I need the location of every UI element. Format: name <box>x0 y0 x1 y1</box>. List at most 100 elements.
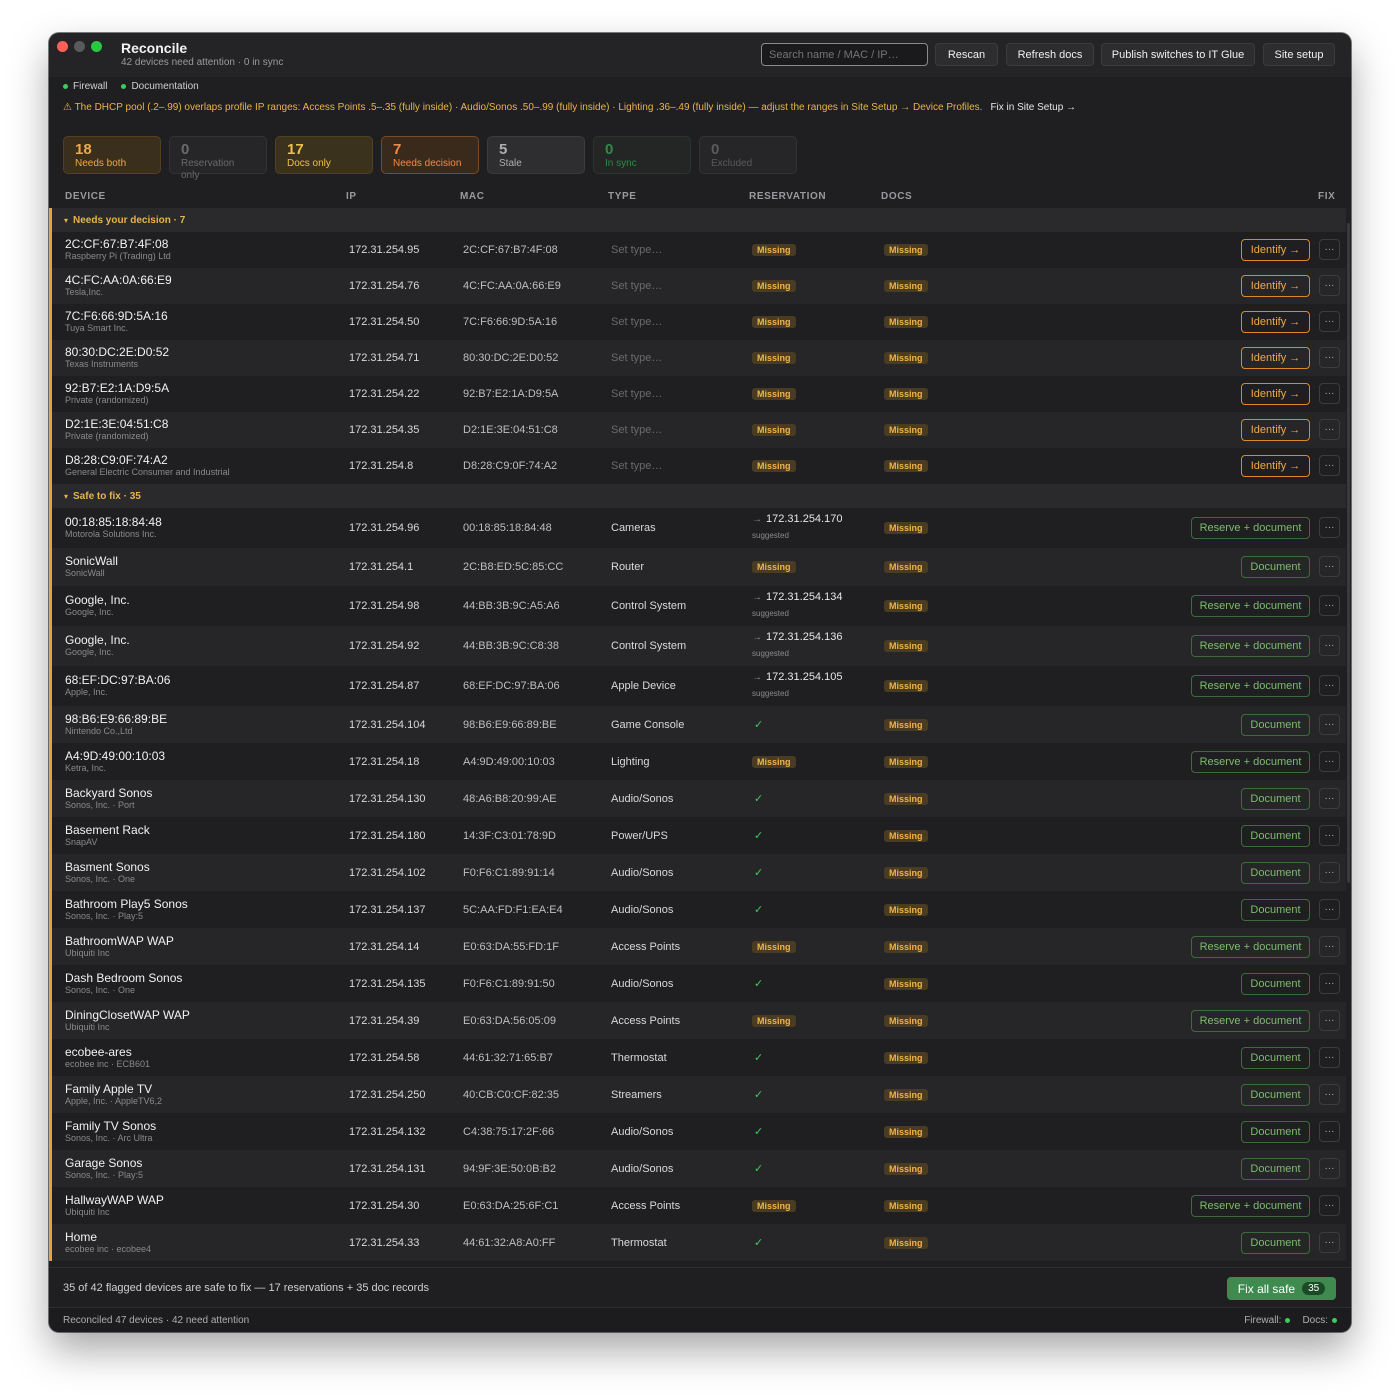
col-docs[interactable]: DOCS <box>881 191 912 202</box>
table-row[interactable]: Garage Sonos Sonos, Inc. · Play:5 172.31.2… <box>49 1150 1346 1187</box>
more-actions-button[interactable]: ··· <box>1319 595 1340 616</box>
rescan-button[interactable]: Rescan <box>935 43 998 66</box>
set-type-select[interactable]: Set type… <box>611 388 662 400</box>
table-row[interactable]: 68:EF:DC:97:BA:06 Apple, Inc. 172.31.254.8… <box>49 666 1346 706</box>
more-actions-button[interactable]: ··· <box>1319 899 1340 920</box>
identify-button[interactable]: Identify → <box>1241 347 1310 369</box>
document-button[interactable]: Document <box>1241 1158 1310 1180</box>
more-actions-button[interactable]: ··· <box>1319 714 1340 735</box>
document-button[interactable]: Document <box>1241 825 1310 847</box>
stat-card[interactable]: 7 Needs decision <box>381 136 479 174</box>
identify-button[interactable]: Identify → <box>1241 419 1310 441</box>
more-actions-button[interactable]: ··· <box>1319 347 1340 368</box>
table-row[interactable]: Backyard Sonos Sonos, Inc. · Port 172.31.2… <box>49 780 1346 817</box>
search-input[interactable] <box>761 43 928 66</box>
reserve-document-button[interactable]: Reserve + document <box>1191 595 1310 617</box>
col-ip[interactable]: IP <box>346 191 357 202</box>
more-actions-button[interactable]: ··· <box>1319 1047 1340 1068</box>
minimize-window-button[interactable] <box>74 41 85 52</box>
col-reservation[interactable]: RESERVATION <box>749 191 826 202</box>
table-row[interactable]: D8:28:C9:0F:74:A2 General Electric Consum… <box>49 448 1346 484</box>
document-button[interactable]: Document <box>1241 1121 1310 1143</box>
zoom-window-button[interactable] <box>91 41 102 52</box>
publish-switches-button[interactable]: Publish switches to IT Glue <box>1101 43 1255 66</box>
group-safe-to-fix[interactable]: ▾ Safe to fix · 35 <box>49 484 1346 508</box>
more-actions-button[interactable]: ··· <box>1319 825 1340 846</box>
reserve-document-button[interactable]: Reserve + document <box>1191 936 1310 958</box>
document-button[interactable]: Document <box>1241 899 1310 921</box>
more-actions-button[interactable]: ··· <box>1319 751 1340 772</box>
set-type-select[interactable]: Set type… <box>611 460 662 472</box>
table-row[interactable]: Basement Rack SnapAV 172.31.254.180 14:3F:C… <box>49 817 1346 854</box>
stat-card[interactable]: 0 Reservation only <box>169 136 267 181</box>
table-row[interactable]: Family Apple TV Apple, Inc. · AppleTV6,2 1… <box>49 1076 1346 1113</box>
close-window-button[interactable] <box>57 41 68 52</box>
col-mac[interactable]: MAC <box>460 191 485 202</box>
more-actions-button[interactable]: ··· <box>1319 973 1340 994</box>
table-row[interactable]: Google, Inc. Google, Inc. 172.31.254.98 44:… <box>49 586 1346 626</box>
more-actions-button[interactable]: ··· <box>1319 455 1340 476</box>
more-actions-button[interactable]: ··· <box>1319 419 1340 440</box>
stat-card[interactable]: 5 Stale <box>487 136 585 174</box>
more-actions-button[interactable]: ··· <box>1319 1084 1340 1105</box>
table-row[interactable]: 7C:F6:66:9D:5A:16 Tuya Smart Inc. 172.31.2… <box>49 304 1346 340</box>
more-actions-button[interactable]: ··· <box>1319 1232 1340 1253</box>
identify-button[interactable]: Identify → <box>1241 311 1310 333</box>
reserve-document-button[interactable]: Reserve + document <box>1191 1195 1310 1217</box>
table-row[interactable]: 80:30:DC:2E:D0:52 Texas Instruments 172.31… <box>49 340 1346 376</box>
table-row[interactable]: D2:1E:3E:04:51:C8 Private (randomized) 172… <box>49 412 1346 448</box>
table-row[interactable]: Google, Inc. Google, Inc. 172.31.254.92 44:… <box>49 626 1346 666</box>
reserve-document-button[interactable]: Reserve + document <box>1191 751 1310 773</box>
table-row[interactable]: 98:B6:E9:66:89:BE Nintendo Co.,Ltd 172.31.… <box>49 706 1346 743</box>
more-actions-button[interactable]: ··· <box>1319 1158 1340 1179</box>
set-type-select[interactable]: Set type… <box>611 424 662 436</box>
more-actions-button[interactable]: ··· <box>1319 862 1340 883</box>
reserve-document-button[interactable]: Reserve + document <box>1191 635 1310 657</box>
document-button[interactable]: Document <box>1241 556 1310 578</box>
more-actions-button[interactable]: ··· <box>1319 1195 1340 1216</box>
more-actions-button[interactable]: ··· <box>1319 311 1340 332</box>
reserve-document-button[interactable]: Reserve + document <box>1191 1010 1310 1032</box>
table-row[interactable]: 00:18:85:18:84:48 Motorola Solutions Inc.… <box>49 508 1346 548</box>
set-type-select[interactable]: Set type… <box>611 244 662 256</box>
table-row[interactable]: HallwayWAP WAP Ubiquiti Inc 172.31.254.30 E… <box>49 1187 1346 1224</box>
more-actions-button[interactable]: ··· <box>1319 556 1340 577</box>
stat-card[interactable]: 18 Needs both <box>63 136 161 174</box>
document-button[interactable]: Document <box>1241 788 1310 810</box>
document-button[interactable]: Document <box>1241 714 1310 736</box>
reserve-document-button[interactable]: Reserve + document <box>1191 517 1310 539</box>
set-type-select[interactable]: Set type… <box>611 316 662 328</box>
table-row[interactable]: Dash Bedroom Sonos Sonos, Inc. · One 172.3… <box>49 965 1346 1002</box>
document-button[interactable]: Document <box>1241 862 1310 884</box>
table-row[interactable]: 92:B7:E2:1A:D9:5A Private (randomized) 172… <box>49 376 1346 412</box>
stat-card[interactable]: 0 In sync <box>593 136 691 174</box>
table-scrollbar[interactable] <box>1347 223 1350 883</box>
fix-all-safe-button[interactable]: Fix all safe 35 <box>1227 1277 1336 1300</box>
stat-card[interactable]: 17 Docs only <box>275 136 373 174</box>
table-row[interactable]: Home ecobee inc · ecobee4 172.31.254.33 44:… <box>49 1224 1346 1261</box>
more-actions-button[interactable]: ··· <box>1319 275 1340 296</box>
table-row[interactable]: ecobee-ares ecobee inc · ECB601 172.31.254… <box>49 1039 1346 1076</box>
identify-button[interactable]: Identify → <box>1241 383 1310 405</box>
table-row[interactable]: Basment Sonos Sonos, Inc. · One 172.31.254… <box>49 854 1346 891</box>
col-type[interactable]: TYPE <box>608 191 637 202</box>
reserve-document-button[interactable]: Reserve + document <box>1191 675 1310 697</box>
more-actions-button[interactable]: ··· <box>1319 936 1340 957</box>
site-setup-button[interactable]: Site setup <box>1263 43 1335 66</box>
refresh-docs-button[interactable]: Refresh docs <box>1006 43 1094 66</box>
document-button[interactable]: Document <box>1241 1047 1310 1069</box>
more-actions-button[interactable]: ··· <box>1319 1010 1340 1031</box>
identify-button[interactable]: Identify → <box>1241 239 1310 261</box>
table-row[interactable]: 2C:CF:67:B7:4F:08 Raspberry Pi (Trading) … <box>49 232 1346 268</box>
document-button[interactable]: Document <box>1241 973 1310 995</box>
stat-card[interactable]: 0 Excluded <box>699 136 797 174</box>
set-type-select[interactable]: Set type… <box>611 352 662 364</box>
table-row[interactable]: 4C:FC:AA:0A:66:E9 Tesla,Inc. 172.31.254.76… <box>49 268 1346 304</box>
more-actions-button[interactable]: ··· <box>1319 675 1340 696</box>
more-actions-button[interactable]: ··· <box>1319 788 1340 809</box>
document-button[interactable]: Document <box>1241 1232 1310 1254</box>
set-type-select[interactable]: Set type… <box>611 280 662 292</box>
table-row[interactable]: BathroomWAP WAP Ubiquiti Inc 172.31.254.14… <box>49 928 1346 965</box>
more-actions-button[interactable]: ··· <box>1319 1121 1340 1142</box>
table-row[interactable]: Bathroom Play5 Sonos Sonos, Inc. · Play:5… <box>49 891 1346 928</box>
